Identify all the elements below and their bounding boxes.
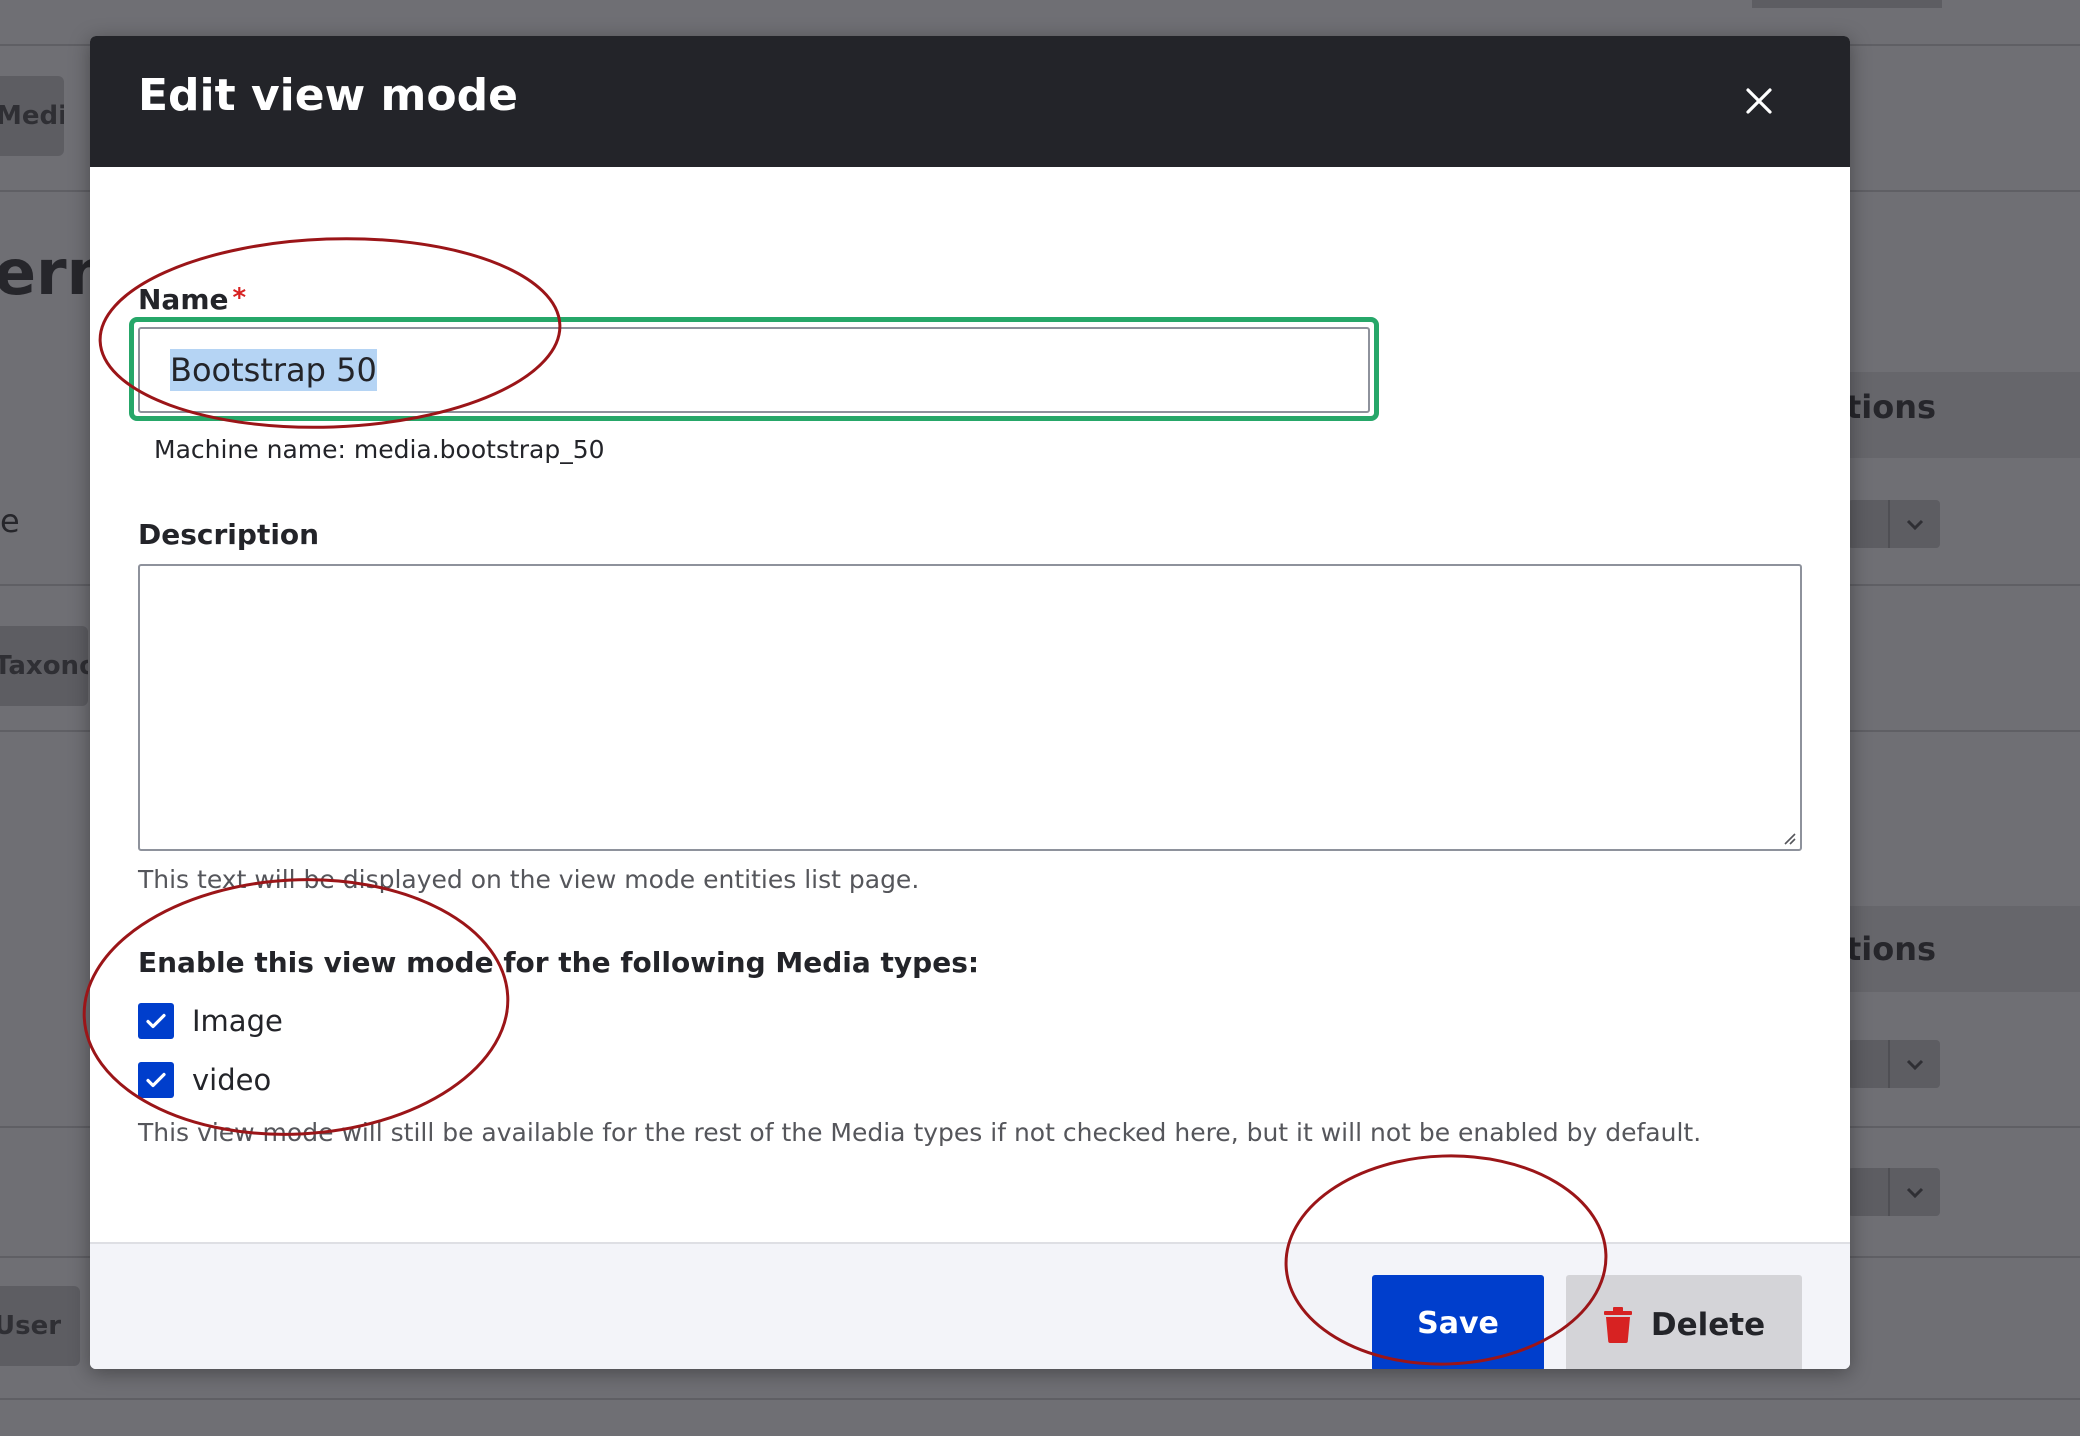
- chevron-down-icon: [1888, 1040, 1940, 1088]
- media-type-option-image[interactable]: Image: [138, 1001, 283, 1041]
- name-input[interactable]: Bootstrap 50: [138, 327, 1370, 413]
- close-icon: [1746, 88, 1772, 114]
- chevron-down-icon: [1888, 1168, 1940, 1216]
- image-checkbox-label[interactable]: Image: [192, 1004, 283, 1038]
- background-side-text: e: [0, 502, 20, 540]
- save-button[interactable]: Save: [1372, 1275, 1544, 1369]
- background-operations-label: tions: [1846, 388, 1937, 426]
- background-tag-media: Media: [0, 76, 64, 156]
- dialog-body: Name * Bootstrap 50 Machine name: media.b…: [90, 167, 1850, 1242]
- background-tag-user: User: [0, 1286, 80, 1366]
- image-checkbox[interactable]: [138, 1003, 174, 1039]
- chevron-down-icon: [1888, 500, 1940, 548]
- delete-button-label: Delete: [1650, 1307, 1766, 1343]
- media-types-help-text: This view mode will still be available f…: [138, 1118, 1702, 1147]
- video-checkbox[interactable]: [138, 1062, 174, 1098]
- name-input-value: Bootstrap 50: [170, 349, 377, 391]
- delete-button[interactable]: Delete: [1566, 1275, 1802, 1369]
- background-operations-select: [1848, 1040, 1940, 1088]
- background-operations-label: tions: [1846, 930, 1937, 968]
- resize-handle-icon[interactable]: [1780, 829, 1796, 845]
- media-types-label: Enable this view mode for the following …: [138, 946, 980, 979]
- trash-icon: [1603, 1307, 1633, 1343]
- background-tag-label: Media: [0, 101, 64, 131]
- checkmark-icon: [146, 1072, 166, 1088]
- description-textarea[interactable]: [138, 564, 1802, 851]
- description-label: Description: [138, 518, 320, 551]
- name-label: Name *: [138, 283, 246, 316]
- name-label-text: Name: [138, 283, 229, 316]
- background-tag-label: User: [0, 1311, 62, 1341]
- required-marker: *: [232, 283, 247, 313]
- dialog-footer: Save Delete: [90, 1242, 1850, 1369]
- divider: [0, 1398, 2080, 1400]
- machine-name: Machine name: media.bootstrap_50: [154, 435, 605, 464]
- dialog-header: Edit view mode: [90, 36, 1850, 167]
- video-checkbox-label[interactable]: video: [192, 1063, 271, 1097]
- close-button[interactable]: [1726, 68, 1792, 134]
- background-top-button: [1752, 0, 1942, 8]
- background-tag-label: Taxonomy: [0, 651, 88, 681]
- background-tag-taxonomy: Taxonomy: [0, 626, 88, 706]
- dialog-title: Edit view mode: [138, 70, 518, 121]
- background-operations-select: [1848, 500, 1940, 548]
- background-operations-select: [1848, 1168, 1940, 1216]
- media-type-option-video[interactable]: video: [138, 1060, 271, 1100]
- checkmark-icon: [146, 1013, 166, 1029]
- edit-view-mode-dialog: Edit view mode Name * Bootstrap 50 Machin…: [90, 36, 1850, 1369]
- description-help-text: This text will be displayed on the view …: [138, 865, 920, 894]
